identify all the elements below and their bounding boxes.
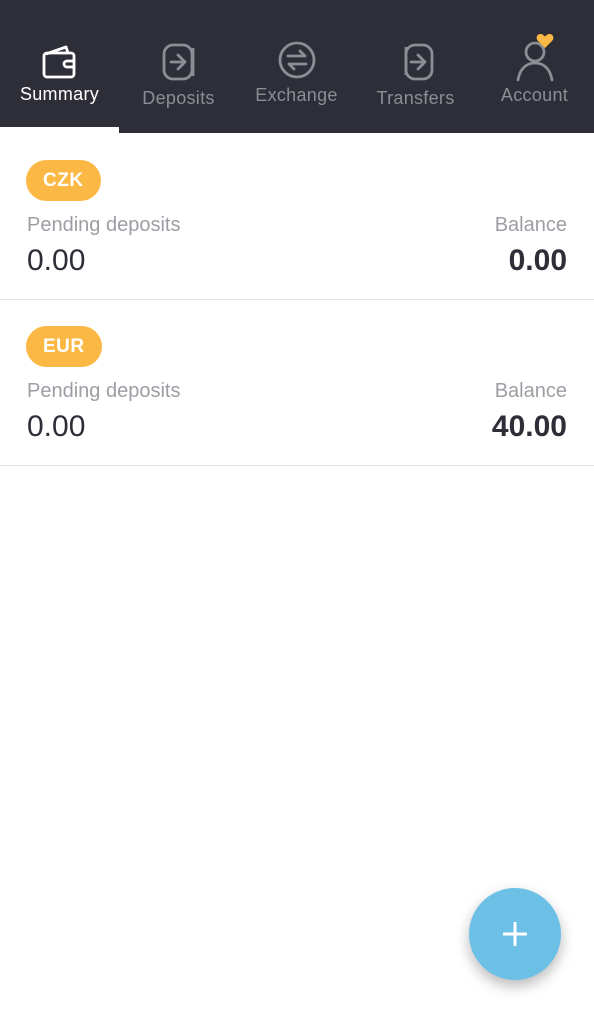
- balance-value: 0.00: [508, 244, 567, 277]
- wallet-icon: [42, 45, 75, 79]
- active-tab-indicator: [0, 127, 119, 133]
- tab-summary-label: Summary: [19, 84, 100, 104]
- app-screen: Summary Deposits Exchange Transfers Acco…: [0, 0, 594, 1024]
- balance-label: Balance: [494, 380, 567, 402]
- tab-deposits[interactable]: Deposits: [119, 0, 238, 133]
- currency-row-czk[interactable]: CZK Pending deposits 0.00 Balance 0.00: [0, 134, 594, 300]
- currency-row-eur[interactable]: EUR Pending deposits 0.00 Balance 40.00: [0, 300, 594, 466]
- balance-label: Balance: [494, 214, 567, 236]
- pending-deposits-value: 0.00: [27, 244, 86, 277]
- tab-summary[interactable]: Summary: [0, 0, 119, 133]
- transfer-arrow-icon: [404, 43, 433, 81]
- tab-transfers-label: Transfers: [376, 88, 455, 108]
- plus-icon: [503, 922, 527, 946]
- pending-deposits-label: Pending deposits: [27, 380, 181, 402]
- pending-deposits-value: 0.00: [27, 410, 86, 443]
- exchange-arrows-icon: [278, 41, 315, 79]
- pending-deposits-label: Pending deposits: [27, 214, 181, 236]
- tab-account[interactable]: Account: [475, 0, 594, 133]
- tab-account-label: Account: [500, 85, 569, 105]
- deposit-arrow-icon: [162, 43, 194, 81]
- tab-transfers[interactable]: Transfers: [356, 0, 475, 133]
- tab-exchange[interactable]: Exchange: [237, 0, 356, 133]
- balance-value: 40.00: [491, 410, 567, 443]
- add-button[interactable]: [469, 888, 561, 980]
- currency-badge: CZK: [26, 160, 101, 201]
- currency-badge: EUR: [26, 326, 102, 367]
- tab-exchange-label: Exchange: [255, 85, 338, 105]
- tab-deposits-label: Deposits: [142, 88, 215, 108]
- heart-icon: [536, 34, 554, 48]
- top-navigation-bar: Summary Deposits Exchange Transfers Acco…: [0, 0, 594, 133]
